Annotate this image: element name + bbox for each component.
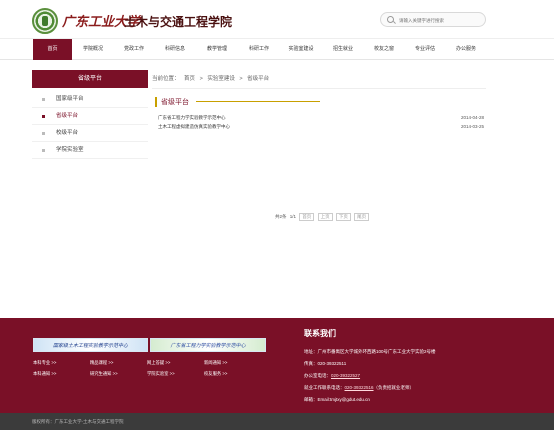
pager-page: 1/1 [289,214,297,219]
news-title[interactable]: 广东省工程力学实验教学示范中心 [158,115,226,120]
sidebar-item-national[interactable]: 国家级平台 [32,91,148,108]
sidebar-item-label: 省级平台 [56,113,79,119]
nav-item-teaching[interactable]: 教学管理 [196,39,238,60]
footer-link[interactable]: 本科通知 >> [33,371,56,377]
nav-item-office[interactable]: 办公服务 [446,39,486,60]
banner-national-center[interactable]: 国家级土木工程实验教学示范中心 [33,338,148,352]
footer-link[interactable]: 网上答疑 >> [147,360,170,366]
nav-item-party[interactable]: 党政工作 [114,39,154,60]
list-item[interactable]: 土木工程虚拟建造仿真实验教学中心 2014-03-25 [158,124,484,134]
nav-item-admission[interactable]: 招生就业 [323,39,363,60]
footer-link[interactable]: 精品课程 >> [90,360,113,366]
contact-fax: 传真：020-39322511 [304,361,347,366]
employ-label: 就业工作联系电话： [304,385,345,390]
sidebar-item-school[interactable]: 校级平台 [32,125,148,142]
news-date: 2014-03-25 [460,124,484,129]
nav-item-home[interactable]: 首页 [33,39,72,60]
contact-office: 办公室电话：020-39322527 [304,373,360,379]
breadcrumb-home[interactable]: 首页 [184,76,195,82]
pagination: 共2条 1/1 首页 上页 下页 尾页 [275,213,371,221]
contact-employ: 就业工作联系电话：020-39322516（负责招就业老师） [304,385,414,391]
sidebar-item-college-lab[interactable]: 学院实验室 [32,142,148,159]
pager-total: 共2条 [275,214,287,219]
pager-first-button[interactable]: 首页 [299,213,315,221]
section-title: 省级平台 [155,97,189,107]
copyright: 版权所有：广东工业大学-土木与交通工程学院 [0,413,554,430]
sidebar-list: 国家级平台 省级平台 校级平台 学院实验室 [32,91,148,159]
bullet-icon [42,98,45,101]
breadcrumb-separator: > [239,76,243,82]
footer-link[interactable]: 本科专业 >> [33,360,56,366]
contact-title: 联系我们 [304,329,336,338]
footer-link[interactable]: 校友服务 >> [204,371,227,377]
news-date: 2014-04-28 [460,115,484,120]
search-icon[interactable] [387,16,394,23]
bullet-icon [42,149,45,152]
search-box[interactable] [380,12,486,27]
employ-phone-link[interactable]: 020-39322516 [345,385,374,390]
contact-email[interactable]: 邮箱：Email:tmjtxy@gdut.edu.cn [304,397,370,403]
office-label: 办公室电话： [304,373,331,378]
header: 广东工业大学 土木与交通工程学院 [0,0,554,38]
pager-next-button[interactable]: 下页 [335,213,351,221]
bullet-icon [42,132,45,135]
news-title[interactable]: 土木工程虚拟建造仿真实验教学中心 [158,124,230,129]
sidebar-item-label: 学院实验室 [56,147,84,153]
bullet-icon [42,115,45,118]
footer-link[interactable]: 新闻通知 >> [204,360,227,366]
search-input[interactable] [399,15,483,25]
sidebar-item-label: 校级平台 [56,130,79,136]
sidebar-title: 省级平台 [32,70,148,88]
employ-note: （负责招就业老师） [373,385,415,390]
breadcrumb: 当前位置： 首页 > 实验室建设 > 省级平台 [152,74,486,86]
footer: 国家级土木工程实验教学示范中心 广东省工程力学实验教学示范中心 本科专业 >> … [0,318,554,413]
sidebar-item-provincial[interactable]: 省级平台 [32,108,148,125]
college-name[interactable]: 土木与交通工程学院 [124,13,232,30]
university-emblem-icon[interactable] [32,8,58,34]
banner-provincial-center[interactable]: 广东省工程力学实验教学示范中心 [150,338,266,352]
contact-address: 地址：广州市番禺区大学城外环西路100号广东工业大学实验2号楼 [304,349,436,354]
footer-link[interactable]: 学院实验室 >> [147,371,175,377]
nav-item-evaluation[interactable]: 专业评估 [405,39,445,60]
breadcrumb-separator: > [199,76,203,82]
nav-item-research[interactable]: 科研工作 [239,39,279,60]
breadcrumb-prefix: 当前位置： [152,76,180,82]
pager-last-button[interactable]: 尾页 [354,213,370,221]
nav-item-alumni[interactable]: 校友之窗 [364,39,404,60]
pager-prev-button[interactable]: 上页 [317,213,333,221]
nav-item-overview[interactable]: 学院概况 [73,39,113,60]
footer-link[interactable]: 研究生通知 >> [90,371,118,377]
section-rule [196,101,320,102]
main-nav: 首页 学院概况 党政工作 科研信息 教学管理 科研工作 实验室建设 招生就业 校… [0,38,554,60]
nav-item-lab[interactable]: 实验室建设 [280,39,322,60]
divider [152,88,486,89]
sidebar-item-label: 国家级平台 [56,96,84,102]
breadcrumb-lab[interactable]: 实验室建设 [207,76,235,82]
office-phone-link[interactable]: 020-39322527 [331,373,360,378]
breadcrumb-current: 省级平台 [247,76,270,82]
nav-item-research-info[interactable]: 科研信息 [155,39,195,60]
